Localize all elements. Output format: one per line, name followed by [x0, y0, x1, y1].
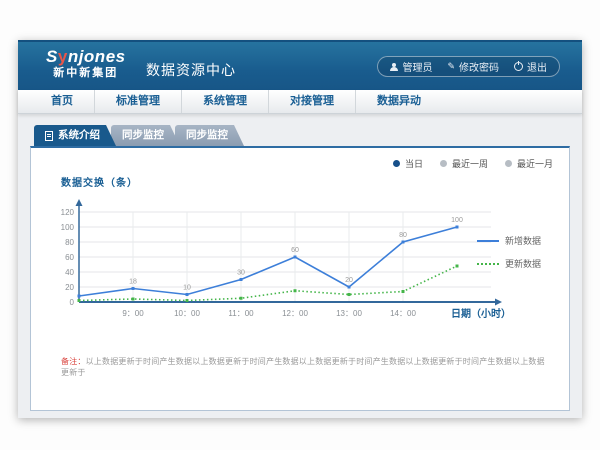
- footnote-text: 以上数据更新于时间产生数据以上数据更新于时间产生数据以上数据更新于时间产生数据以…: [61, 357, 545, 377]
- main-nav: 首页标准管理系统管理对接管理数据异动: [18, 90, 582, 114]
- legend-item-updated-data: 更新数据: [477, 257, 559, 270]
- svg-text:11：00: 11：00: [228, 309, 254, 318]
- content-area: 系统介绍 同步监控 同步监控 当日 最近一周 最近一月 数据交换（条） 0 20 40 60 8…: [18, 114, 582, 418]
- nav-item-0[interactable]: 首页: [30, 90, 95, 113]
- svg-text:12：00: 12：00: [282, 309, 308, 318]
- app-header: Synjones 新中新集团 数据资源中心 管理员 ✎ 修改密码 退出: [18, 40, 582, 90]
- svg-text:0: 0: [70, 298, 75, 307]
- legend-label: 更新数据: [505, 257, 541, 270]
- change-password-button[interactable]: ✎ 修改密码: [447, 59, 499, 74]
- document-icon: [45, 131, 53, 141]
- logout-button[interactable]: 退出: [514, 59, 547, 74]
- footnote-prefix: 备注：: [61, 357, 86, 366]
- userbar-item-label: 修改密码: [459, 59, 499, 74]
- series-legend: 新增数据 更新数据: [477, 234, 559, 280]
- radio-icon: [393, 160, 400, 167]
- tab-label: 同步监控: [186, 125, 228, 146]
- radio-icon: [440, 160, 447, 167]
- brand-logo-accent: y: [58, 47, 68, 66]
- y-axis-title: 数据交换（条）: [61, 174, 138, 189]
- line-chart: 0 20 40 60 80 100 120 9：00 10：00 11：00 12：00 13：00 1…: [43, 190, 513, 342]
- tab-label: 同步监控: [122, 125, 164, 146]
- user-toolbar: 管理员 ✎ 修改密码 退出: [377, 56, 560, 77]
- green-dotted-line-sample: [477, 263, 499, 265]
- tab-1[interactable]: 同步监控: [111, 125, 180, 146]
- radio-icon: [505, 160, 512, 167]
- brand-logo-subtext: 新中新集团: [46, 67, 126, 79]
- brand-logo-text: Synjones: [46, 48, 126, 67]
- user-icon: [390, 63, 398, 71]
- footnote: 备注：以上数据更新于时间产生数据以上数据更新于时间产生数据以上数据更新于时间产生…: [61, 356, 551, 378]
- svg-text:13：00: 13：00: [336, 309, 362, 318]
- userbar-item-label: 退出: [527, 59, 547, 74]
- app-window: Synjones 新中新集团 数据资源中心 管理员✎修改密码退出 首页标准管理系…: [18, 40, 582, 418]
- userbar-item-label: 管理员: [402, 59, 432, 74]
- svg-text:10: 10: [183, 285, 191, 292]
- tab-bar: 系统介绍 同步监控 同步监控: [34, 125, 582, 146]
- svg-text:日期（小时）: 日期（小时）: [451, 307, 511, 320]
- range-option-label: 最近一周: [452, 157, 488, 170]
- svg-text:40: 40: [65, 268, 74, 277]
- svg-text:100: 100: [451, 217, 463, 224]
- chart-panel: 当日 最近一周 最近一月 数据交换（条） 0 20 40 60 80 100 120 9：00 10…: [30, 146, 570, 411]
- range-option-label: 最近一月: [517, 157, 553, 170]
- svg-text:120: 120: [61, 208, 75, 217]
- svg-text:80: 80: [65, 238, 74, 247]
- range-option-label: 当日: [405, 157, 423, 170]
- admin-user-button[interactable]: 管理员: [390, 59, 432, 74]
- power-icon: [514, 62, 523, 71]
- svg-text:18: 18: [129, 279, 137, 286]
- nav-item-2[interactable]: 系统管理: [182, 90, 269, 113]
- nav-item-4[interactable]: 数据异动: [356, 90, 442, 113]
- svg-text:10：00: 10：00: [174, 309, 200, 318]
- legend-item-new-data: 新增数据: [477, 234, 559, 247]
- blue-line-sample: [477, 240, 499, 242]
- legend-label: 新增数据: [505, 234, 541, 247]
- svg-text:30: 30: [237, 270, 245, 277]
- tab-2[interactable]: 同步监控: [175, 125, 244, 146]
- svg-text:100: 100: [61, 223, 75, 232]
- svg-text:60: 60: [291, 247, 299, 254]
- svg-text:60: 60: [65, 253, 74, 262]
- svg-text:9：00: 9：00: [122, 309, 144, 318]
- svg-text:20: 20: [345, 277, 353, 284]
- range-option-2[interactable]: 最近一月: [505, 157, 553, 170]
- edit-icon: ✎: [447, 61, 455, 72]
- svg-text:80: 80: [399, 232, 407, 239]
- range-selector: 当日 最近一周 最近一月: [393, 157, 553, 170]
- tab-0[interactable]: 系统介绍: [34, 125, 116, 146]
- range-option-0[interactable]: 当日: [393, 157, 423, 170]
- tab-label: 系统介绍: [58, 125, 100, 146]
- brand-logo: Synjones 新中新集团: [46, 48, 126, 79]
- nav-item-1[interactable]: 标准管理: [95, 90, 182, 113]
- range-option-1[interactable]: 最近一周: [440, 157, 488, 170]
- page-title: 数据资源中心: [146, 60, 236, 80]
- svg-text:20: 20: [65, 283, 74, 292]
- svg-text:14：00: 14：00: [390, 309, 416, 318]
- nav-item-3[interactable]: 对接管理: [269, 90, 356, 113]
